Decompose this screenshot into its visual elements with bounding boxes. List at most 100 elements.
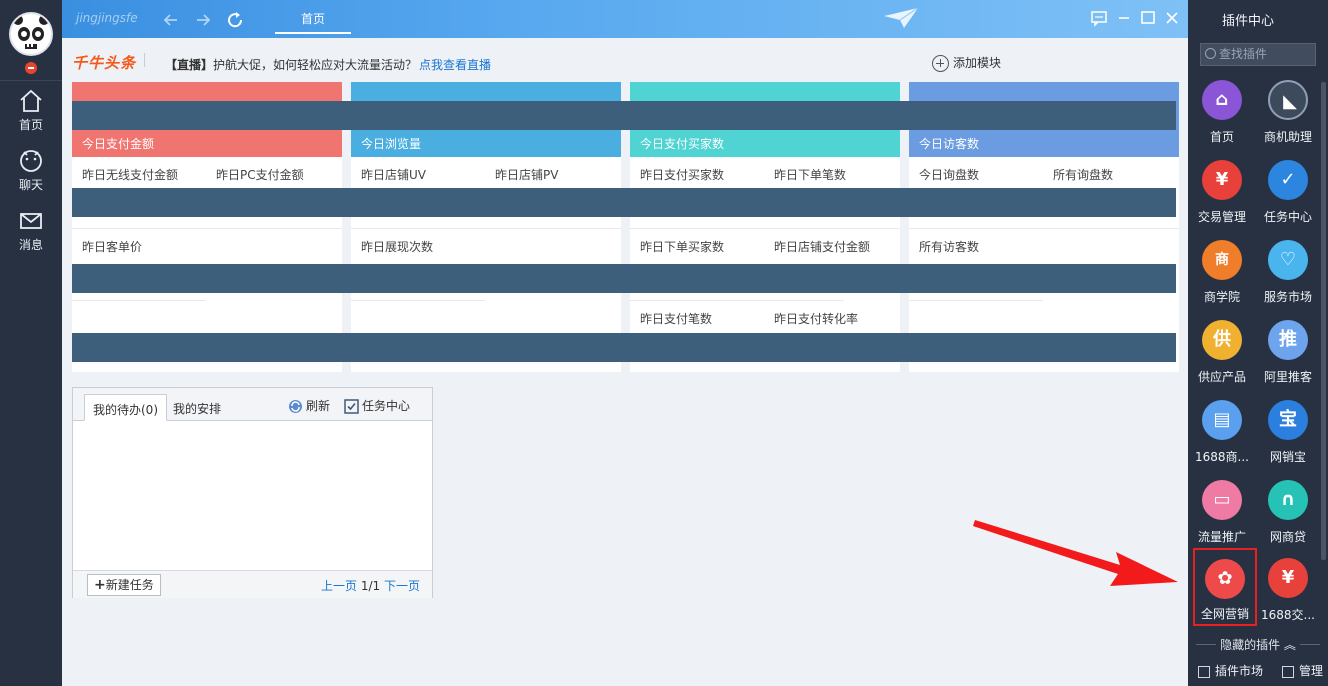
promote-icon: 推 (1268, 320, 1308, 360)
plugin-task-center[interactable]: ✓ 任务中心 (1257, 160, 1319, 236)
metric-label: 昨日店铺支付金额 (774, 240, 871, 254)
plugin-1688-shop[interactable]: ▤ 1688商... (1191, 400, 1253, 476)
nav-label: 聊天 (18, 178, 43, 192)
plugin-label: 网商贷 (1269, 530, 1306, 544)
metric-label: 昨日下单笔数 (774, 168, 847, 182)
forward-arrow-icon[interactable] (192, 9, 214, 31)
trade-icon: ¥ (1268, 558, 1308, 598)
refresh-icon[interactable] (224, 9, 246, 31)
divider (351, 300, 485, 301)
box-icon: ▤ (1202, 400, 1242, 440)
manage-label: 管理 (1299, 664, 1324, 678)
divider (909, 228, 1179, 229)
tab-home[interactable]: 首页 (275, 10, 351, 38)
trade-icon: ¥ (1202, 160, 1242, 200)
metric-label: 昨日支付买家数 (640, 168, 725, 182)
plus-icon: + (94, 577, 106, 593)
metric-label: 昨日PC支付金额 (216, 168, 304, 182)
search-icon (1205, 48, 1216, 59)
back-arrow-icon[interactable] (160, 9, 182, 31)
news-title: 护航大促，如何轻松应对大流量活动？ (213, 58, 418, 72)
news-headline-bar: 千牛头条 【直播】护航大促，如何轻松应对大流量活动？ 点我查看直播 添加模块 (62, 38, 1188, 80)
heart-icon: ♡ (1268, 240, 1308, 280)
card-title: 今日浏览量 (361, 137, 422, 151)
nav-item-messages[interactable]: 消息 (0, 208, 62, 260)
refresh-button[interactable]: 刷新 (288, 397, 330, 414)
avatar[interactable] (9, 12, 53, 56)
add-circle-icon (932, 55, 949, 72)
divider (72, 300, 206, 301)
plugin-supply-products[interactable]: 供供应产品 (1191, 320, 1253, 396)
tab-my-todo[interactable]: 我的待办(0) (84, 394, 167, 421)
nav-label: 首页 (18, 118, 43, 132)
plugin-ali-promoter[interactable]: 推阿里推客 (1257, 320, 1319, 396)
next-page-link[interactable]: 下一页 (384, 579, 420, 593)
new-task-label: 新建任务 (105, 578, 154, 592)
plugin-label: 商机助理 (1263, 130, 1312, 144)
plugin-market-label: 插件市场 (1215, 664, 1264, 678)
minimize-icon[interactable] (1115, 9, 1133, 27)
search-placeholder: 查找插件 (1219, 47, 1268, 61)
task-panel-footer: +新建任务 上一页 1/1 下一页 (73, 570, 432, 598)
metric-label: 所有访客数 (919, 240, 980, 254)
plugin-traffic-promotion[interactable]: ▭ 流量推广 (1191, 480, 1253, 556)
plugin-academy[interactable]: 商商学院 (1191, 240, 1253, 316)
nav-label: 消息 (18, 238, 43, 252)
divider (144, 53, 145, 67)
plugin-home[interactable]: ⌂ 首页 (1191, 80, 1253, 156)
card-title: 今日支付买家数 (640, 137, 725, 151)
task-center-label: 任务中心 (362, 399, 411, 413)
live-link[interactable]: 点我查看直播 (419, 56, 491, 73)
red-arrow-annotation (973, 520, 1178, 586)
plugin-label: 1688商... (1195, 450, 1249, 464)
plugin-service-market[interactable]: ♡ 服务市场 (1257, 240, 1319, 316)
card-title: 今日访客数 (919, 137, 980, 151)
plugin-label: 供应产品 (1197, 370, 1246, 384)
plugin-label: 阿里推客 (1263, 370, 1312, 384)
plugin-1688-trade[interactable]: ¥1688交... (1257, 558, 1319, 634)
tab-my-schedule[interactable]: 我的安排 (165, 394, 229, 421)
nav-item-chat[interactable]: 聊天 (0, 148, 62, 200)
plugin-trade-management[interactable]: ¥ 交易管理 (1191, 160, 1253, 236)
pagination: 上一页 1/1 下一页 (321, 577, 420, 594)
username: jingjingsfe (76, 11, 138, 25)
qianniu-headline-logo: 千牛头条 (72, 54, 137, 72)
divider (351, 228, 621, 229)
plugin-all-network-marketing[interactable]: ✿ 全网营销 (1193, 548, 1257, 626)
new-task-button[interactable]: +新建任务 (87, 574, 161, 596)
scrollbar[interactable] (1321, 82, 1326, 560)
plugin-wangxiaobao[interactable]: 宝网销宝 (1257, 400, 1319, 476)
plugin-market-button[interactable]: 插件市场 (1198, 662, 1263, 679)
plugin-label: 网销宝 (1269, 450, 1306, 464)
metric-label: 所有询盘数 (1053, 168, 1114, 182)
market-icon (1198, 665, 1210, 678)
hidden-plugins-toggle[interactable]: 隐藏的插件 ︽ (1188, 636, 1328, 653)
plugin-loan[interactable]: ∩ 网商贷 (1257, 480, 1319, 556)
divider (630, 228, 900, 229)
mail-icon (20, 213, 42, 229)
metric-label: 昨日店铺UV (361, 168, 426, 182)
title-bar: jingjingsfe 首页 (62, 0, 1188, 38)
nav-item-home[interactable]: 首页 (0, 88, 62, 140)
metric-label: 昨日支付笔数 (640, 312, 713, 326)
refresh-label: 刷新 (306, 399, 331, 413)
supply-icon: 供 (1202, 320, 1242, 360)
manage-button[interactable]: 管理 (1282, 662, 1323, 679)
metric-label: 昨日支付转化率 (774, 312, 859, 326)
academy-icon: 商 (1202, 240, 1242, 280)
prev-page-link[interactable]: 上一页 (321, 579, 357, 593)
plugin-search-input[interactable]: 查找插件 (1200, 43, 1316, 66)
maximize-icon[interactable] (1139, 9, 1157, 27)
task-panel: 我的待办(0) 我的安排 刷新 任务中心 +新建任务 上一页 1/1 下一页 (72, 387, 433, 598)
feedback-icon[interactable] (1090, 9, 1108, 27)
task-center-button[interactable]: 任务中心 (344, 397, 410, 414)
metric-label: 昨日下单买家数 (640, 240, 725, 254)
plugin-label: 任务中心 (1263, 210, 1312, 224)
plugin-business-assistant[interactable]: ◣ 商机助理 (1257, 80, 1319, 156)
checkbox-icon (344, 399, 359, 414)
close-icon[interactable] (1163, 9, 1181, 27)
divider (909, 300, 1043, 301)
traffic-icon: ▭ (1202, 480, 1242, 520)
add-module-button[interactable]: 添加模块 (932, 54, 1001, 72)
plugin-label: 商学院 (1203, 290, 1240, 304)
